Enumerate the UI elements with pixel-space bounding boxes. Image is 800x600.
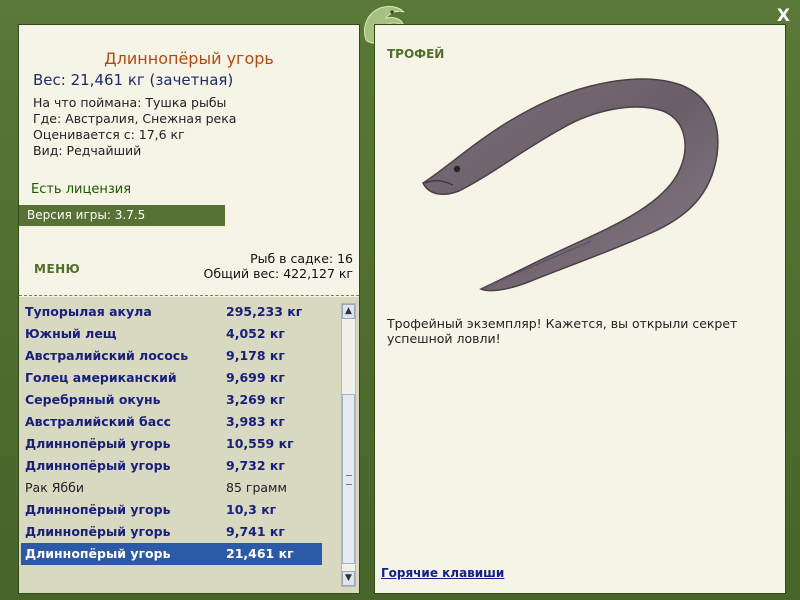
list-scrollbar[interactable]: ▲ ▼ <box>341 303 356 587</box>
item-weight: 9,699 кг <box>226 370 285 385</box>
total-weight: Общий вес: 422,127 кг <box>203 266 353 281</box>
item-weight: 3,269 кг <box>226 392 285 407</box>
trophy-panel: ТРОФЕЙ Трофейный экземпляр! Кажется, вы … <box>374 24 786 594</box>
list-item[interactable]: Южный лещ 4,052 кг <box>21 323 322 345</box>
item-weight: 9,732 кг <box>226 458 285 473</box>
scored-from: Оценивается с: 17,6 кг <box>33 127 185 142</box>
item-name: Тупорылая акула <box>25 304 152 319</box>
longfin-eel-image <box>422 78 719 292</box>
catch-info-panel: Длиннопёрый угорь Вес: 21,461 кг (зачетн… <box>18 24 360 594</box>
hotkeys-link[interactable]: Горячие клавиши <box>381 566 504 580</box>
fish-details: На что поймана: Тушка рыбы Где: Австрали… <box>33 95 236 159</box>
list-item[interactable]: Серебряный окунь 3,269 кг <box>21 389 322 411</box>
caught-where: Где: Австралия, Снежная река <box>33 111 237 126</box>
scroll-thumb[interactable] <box>342 394 355 564</box>
item-weight: 9,741 кг <box>226 524 285 539</box>
item-name: Рак Ябби <box>25 480 84 495</box>
scroll-up-button[interactable]: ▲ <box>342 304 355 319</box>
list-item[interactable]: Рак Ябби 85 грамм <box>21 477 322 499</box>
trophy-description: Трофейный экземпляр! Кажется, вы открыли… <box>387 316 738 346</box>
item-name: Австралийский басс <box>25 414 172 429</box>
close-button[interactable]: X <box>777 6 790 26</box>
item-weight: 9,178 кг <box>226 348 285 363</box>
menu-button[interactable]: МЕНЮ <box>34 262 80 276</box>
list-item[interactable]: Австралийский лосось 9,178 кг <box>21 345 322 367</box>
item-name: Южный лещ <box>25 326 117 341</box>
item-name: Длиннопёрый угорь <box>25 546 171 561</box>
catch-list: Тупорылая акула 295,233 кг Южный лещ 4,052… <box>19 297 359 593</box>
rarity: Вид: Редчайший <box>33 143 142 158</box>
fish-title: Длиннопёрый угорь <box>104 49 274 68</box>
item-name: Серебряный окунь <box>25 392 161 407</box>
item-weight: 10,3 кг <box>226 502 277 517</box>
item-name: Голец американский <box>25 370 177 385</box>
item-weight: 3,983 кг <box>226 414 285 429</box>
item-name: Длиннопёрый угорь <box>25 524 171 539</box>
list-item[interactable]: Длиннопёрый угорь 10,3 кг <box>21 499 322 521</box>
trophy-label: ТРОФЕЙ <box>387 47 445 61</box>
divider <box>19 295 359 296</box>
caught-with: На что поймана: Тушка рыбы <box>33 95 227 110</box>
fish-weight: Вес: 21,461 кг (зачетная) <box>33 71 234 89</box>
item-weight: 21,461 кг <box>226 546 294 561</box>
item-name: Длиннопёрый угорь <box>25 436 171 451</box>
item-weight: 4,052 кг <box>226 326 285 341</box>
fish-count: Рыб в садке: 16 <box>250 251 353 266</box>
item-name: Длиннопёрый угорь <box>25 458 171 473</box>
version-bar: Версия игры: 3.7.5 <box>19 205 225 226</box>
list-item[interactable]: Длиннопёрый угорь 10,559 кг <box>21 433 322 455</box>
item-weight: 295,233 кг <box>226 304 303 319</box>
list-item-selected[interactable]: Длиннопёрый угорь 21,461 кг <box>21 543 322 565</box>
item-name: Длиннопёрый угорь <box>25 502 171 517</box>
scroll-down-button[interactable]: ▼ <box>342 571 355 586</box>
list-item[interactable]: Голец американский 9,699 кг <box>21 367 322 389</box>
license-status: Есть лицензия <box>31 182 132 197</box>
net-stats: Рыб в садке: 16 Общий вес: 422,127 кг <box>204 251 353 281</box>
item-name: Австралийский лосось <box>25 348 189 363</box>
grip-icon <box>346 475 352 485</box>
item-weight: 85 грамм <box>226 480 287 495</box>
list-item[interactable]: Тупорылая акула 295,233 кг <box>21 301 322 323</box>
list-item[interactable]: Австралийский басс 3,983 кг <box>21 411 322 433</box>
list-item[interactable]: Длиннопёрый угорь 9,732 кг <box>21 455 322 477</box>
item-weight: 10,559 кг <box>226 436 294 451</box>
list-item[interactable]: Длиннопёрый угорь 9,741 кг <box>21 521 322 543</box>
